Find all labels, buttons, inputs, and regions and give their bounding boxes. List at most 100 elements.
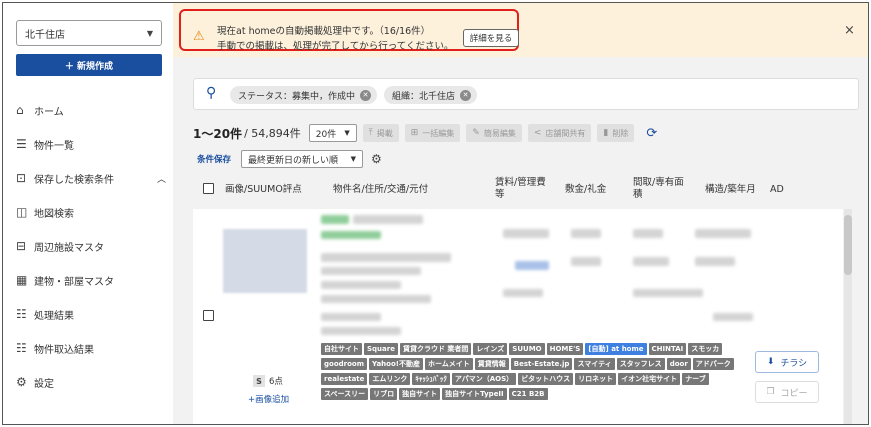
row-checkbox[interactable] <box>203 310 214 321</box>
sidebar-item[interactable]: ▦ 建物・部屋マスタ <box>16 263 166 297</box>
portal-tag[interactable]: スマイティ <box>574 358 615 370</box>
address-blurred <box>321 253 451 262</box>
column-ad[interactable]: AD <box>770 184 784 196</box>
chip-remove-icon[interactable]: ✕ <box>360 89 372 101</box>
flyer-button[interactable]: ⬇ チラシ <box>755 351 819 373</box>
portal-tag[interactable]: goodroom <box>321 358 368 370</box>
per-page-value: 20件 <box>315 129 337 140</box>
toolbar-button[interactable]: < 店舗間共有 <box>527 124 592 142</box>
portal-tag[interactable]: アドパーク <box>692 358 734 370</box>
simple-edit-icon: ✎ <box>472 128 480 138</box>
column-deposit[interactable]: 敷金/礼金 <box>565 184 606 196</box>
close-icon[interactable]: × <box>844 23 855 38</box>
fee-blurred <box>515 261 549 270</box>
sidebar-item[interactable]: ☷ 処理結果 <box>16 297 166 331</box>
portal-tag[interactable]: 賃貸クラウド 業者間 <box>399 343 472 355</box>
portal-tag[interactable]: スペースリー <box>321 388 369 400</box>
sidebar-item[interactable]: ⊟ 周辺施設マスタ <box>16 229 166 263</box>
branch-select[interactable]: 北千住店 ▼ <box>16 20 162 46</box>
portal-tag[interactable]: CHINTAI <box>648 343 687 355</box>
filter-chip-status[interactable]: ステータス：募集中，作成中 ✕ <box>230 86 378 104</box>
portal-tag[interactable]: Best-Estate.jp <box>510 358 573 370</box>
column-image[interactable]: 画像/SUUMO評点 <box>225 184 302 196</box>
add-image-link[interactable]: +画像追加 <box>248 393 289 405</box>
layout-blurred <box>633 229 663 238</box>
toolbar-button[interactable]: ▮ 削除 <box>597 124 635 142</box>
suumo-badge: S <box>253 375 265 387</box>
app-window: 北千住店 ▼ ＋ 新規作成 ⌂ ホーム ☰ 物件一覧 ⊡ 保存した検索条件 ︿ ◫ 地図検索 ⊟ 周… <box>2 2 869 425</box>
column-layout[interactable]: 間取/専有面積 <box>633 177 691 201</box>
sort-select-value: 最終更新日の新しい順 <box>248 155 339 166</box>
publish-icon: ⤒ <box>368 128 373 138</box>
portal-tag[interactable]: Square <box>364 343 398 355</box>
banner-highlight: ⚠ 現在at homeの自動掲載処理中です。（16/16件） 手動での掲載は、処… <box>179 9 519 52</box>
result-icon: ☷ <box>16 307 27 321</box>
bulk-edit-icon: ⊞ <box>410 128 419 138</box>
portal-tag[interactable]: レインズ <box>473 343 508 355</box>
toolbar-button[interactable]: ⊞ 一括編集 <box>404 124 461 142</box>
sidebar-item[interactable]: ⌂ ホーム <box>16 93 166 127</box>
map-search-icon: ◫ <box>16 205 28 219</box>
sidebar-item[interactable]: ⚙ 設定 <box>16 365 166 399</box>
warning-icon: ⚠ <box>193 29 205 44</box>
deposit-blurred <box>571 229 601 238</box>
portal-tag[interactable]: C21 B2B <box>508 388 548 400</box>
copy-button[interactable]: ❐ コピー <box>755 381 819 403</box>
sidebar-item[interactable]: ☷ 物件取込結果 <box>16 331 166 365</box>
gear-icon[interactable]: ⚙ <box>371 152 382 166</box>
sidebar-item[interactable]: ◫ 地図検索 <box>16 195 166 229</box>
new-create-button[interactable]: ＋ 新規作成 <box>16 54 162 76</box>
portal-tag[interactable]: ナーブ <box>682 373 709 385</box>
scrollbar-thumb[interactable] <box>844 215 852 275</box>
column-structure[interactable]: 構造/築年月 <box>705 184 756 196</box>
portal-tag[interactable]: ビタットハウス <box>518 373 574 385</box>
portal-tag[interactable]: 独自サイトTypeII <box>442 388 507 400</box>
portal-tag[interactable]: リブロ <box>370 388 398 400</box>
per-page-select[interactable]: 20件 ▼ <box>308 124 357 142</box>
portal-tag[interactable]: スモッカ <box>688 343 723 355</box>
rent-detail-blurred <box>503 289 543 297</box>
settings-icon: ⚙ <box>16 375 27 389</box>
chevron-up-icon[interactable]: ︿ <box>157 172 166 185</box>
portal-tag[interactable]: エムリンク <box>369 373 411 385</box>
search-bar[interactable]: ⚲ ステータス：募集中，作成中 ✕ 組織：北千住店 ✕ <box>193 78 859 110</box>
portal-tag[interactable]: [自動] at home <box>585 343 647 355</box>
sidebar: 北千住店 ▼ ＋ 新規作成 ⌂ ホーム ☰ 物件一覧 ⊡ 保存した検索条件 ︿ ◫ 地図検索 ⊟ 周… <box>3 3 173 424</box>
portal-tag[interactable]: イオン社宅サイト <box>618 373 681 385</box>
sort-select[interactable]: 最終更新日の新しい順 ▼ <box>241 150 364 168</box>
toolbar-button-label: 簡易編集 <box>483 128 516 138</box>
toolbar-button[interactable]: ✎ 簡易編集 <box>466 124 522 142</box>
portal-tag[interactable]: 賃貸情報 <box>474 358 509 370</box>
portal-tag[interactable]: アパマン（AOS） <box>451 373 517 385</box>
save-condition-link[interactable]: 条件保存 <box>197 153 231 165</box>
portal-tag[interactable]: door <box>666 358 691 370</box>
table-row[interactable]: 自社サイト Square 賃貸クラウド 業者間 レインズ SUUMO HOME'S [自動]… <box>193 209 843 424</box>
sidebar-item[interactable]: ☰ 物件一覧 <box>16 127 166 161</box>
portal-tag[interactable]: Yahoo!不動産 <box>369 358 423 370</box>
sidebar-item[interactable]: ⊡ 保存した検索条件 ︿ <box>16 161 166 195</box>
filter-chip-org[interactable]: 組織：北千住店 ✕ <box>384 86 478 104</box>
portal-tag[interactable]: 自社サイト <box>321 343 362 355</box>
portal-tag[interactable]: ｷｬｯｼｭﾊﾞｯｸ <box>412 373 450 385</box>
search-icon[interactable]: ⚲ <box>206 85 216 101</box>
chevron-down-icon: ▼ <box>350 155 357 163</box>
portal-tag[interactable]: 独自サイト <box>399 388 441 400</box>
portal-tag[interactable]: HOME'S <box>546 343 584 355</box>
portal-tag[interactable]: スタッフレス <box>616 358 665 370</box>
sidebar-item-label: 処理結果 <box>34 310 74 322</box>
column-rent[interactable]: 賃料/管理費等 <box>495 177 553 201</box>
property-thumbnail[interactable] <box>223 229 307 293</box>
chip-remove-icon[interactable]: ✕ <box>460 89 472 101</box>
portal-tag[interactable]: リロネット <box>575 373 617 385</box>
toolbar-button[interactable]: ⤒ 掲載 <box>362 124 399 142</box>
toolbar-button-label: 削除 <box>612 128 629 138</box>
portal-tag[interactable]: SUUMO <box>509 343 545 355</box>
portal-tag[interactable]: ホームメイト <box>424 358 473 370</box>
agent-blurred <box>321 295 431 303</box>
detail-button[interactable]: 詳細を見る <box>463 29 519 47</box>
portal-tag[interactable]: realestate <box>321 373 368 385</box>
column-name[interactable]: 物件名/住所/交通/元付 <box>333 184 428 196</box>
refresh-icon[interactable]: ⟳ <box>646 126 657 141</box>
select-all-checkbox[interactable] <box>203 183 214 194</box>
trash-icon: ▮ <box>603 128 609 138</box>
